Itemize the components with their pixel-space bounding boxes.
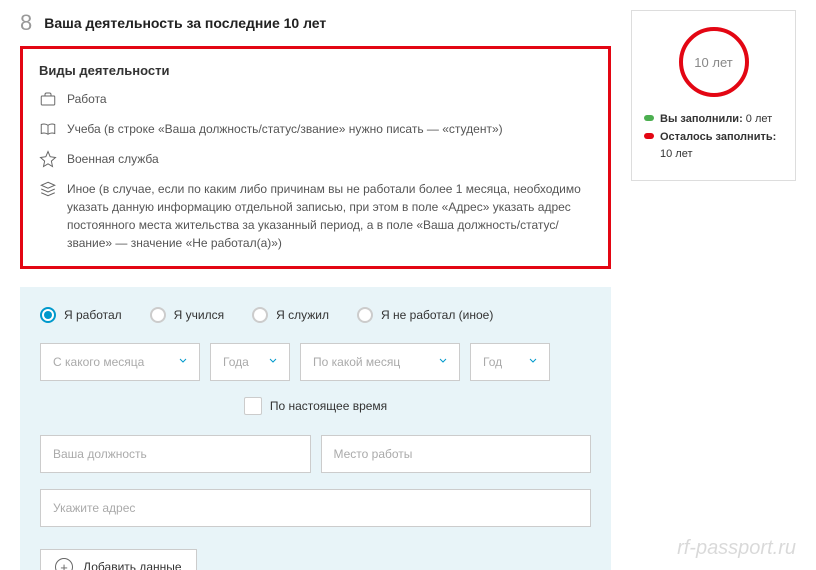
progress-circle-text: 10 лет: [694, 55, 732, 70]
plus-icon: +: [55, 558, 73, 570]
workplace-input[interactable]: [334, 447, 579, 461]
address-field[interactable]: [40, 489, 591, 527]
info-item-text: Работа: [67, 90, 107, 108]
radio-label: Я учился: [174, 308, 224, 322]
activity-types-info: Виды деятельности Работа Учеба (в строке…: [20, 46, 611, 269]
add-data-button[interactable]: + Добавить данные: [40, 549, 197, 570]
info-item-text: Учеба (в строке «Ваша должность/статус/з…: [67, 120, 503, 138]
radio-studied[interactable]: Я учился: [150, 307, 224, 323]
position-input[interactable]: [53, 447, 298, 461]
radio-not-worked[interactable]: Я не работал (иное): [357, 307, 493, 323]
info-title: Виды деятельности: [39, 63, 592, 78]
date-range-row: С какого месяца Года По какой месяц Год: [40, 343, 591, 381]
layers-icon: [39, 180, 57, 198]
radio-label: Я не работал (иное): [381, 308, 493, 322]
radio-indicator: [357, 307, 373, 323]
from-year-select[interactable]: Года: [210, 343, 290, 381]
info-item-text: Иное (в случае, если по каким либо причи…: [67, 180, 592, 252]
present-checkbox[interactable]: [244, 397, 262, 415]
legend-remaining: Осталось заполнить: 10 лет: [644, 129, 783, 164]
to-year-select[interactable]: Год: [470, 343, 550, 381]
progress-circle: 10 лет: [679, 27, 749, 97]
progress-legend: Вы заполнили: 0 лет Осталось заполнить: …: [644, 111, 783, 164]
radio-indicator: [252, 307, 268, 323]
info-item-military: Военная служба: [39, 150, 592, 168]
progress-card: 10 лет Вы заполнили: 0 лет Осталось запо…: [631, 10, 796, 181]
address-row: [40, 489, 591, 527]
select-placeholder: По какой месяц: [313, 355, 400, 369]
chevron-down-icon: [437, 355, 449, 370]
address-input[interactable]: [53, 501, 578, 515]
to-month-select[interactable]: По какой месяц: [300, 343, 460, 381]
workplace-field[interactable]: [321, 435, 592, 473]
info-item-other: Иное (в случае, если по каким либо причи…: [39, 180, 592, 252]
chevron-down-icon: [267, 355, 279, 370]
radio-label: Я работал: [64, 308, 122, 322]
star-icon: [39, 150, 57, 168]
section-number: 8: [20, 10, 32, 36]
from-month-select[interactable]: С какого месяца: [40, 343, 200, 381]
activity-form: Я работал Я учился Я служил Я не работал…: [20, 287, 611, 570]
position-workplace-row: [40, 435, 591, 473]
radio-indicator: [40, 307, 56, 323]
present-checkbox-row: По настоящее время: [40, 397, 591, 415]
select-placeholder: Год: [483, 355, 502, 369]
chevron-down-icon: [527, 355, 539, 370]
radio-label: Я служил: [276, 308, 329, 322]
select-placeholder: С какого месяца: [53, 355, 144, 369]
checkbox-label: По настоящее время: [270, 399, 387, 413]
briefcase-icon: [39, 90, 57, 108]
activity-type-radios: Я работал Я учился Я служил Я не работал…: [40, 307, 591, 323]
radio-indicator: [150, 307, 166, 323]
select-placeholder: Года: [223, 355, 249, 369]
add-button-label: Добавить данные: [83, 560, 182, 570]
legend-dot-red: [644, 133, 654, 139]
legend-filled: Вы заполнили: 0 лет: [644, 111, 783, 129]
chevron-down-icon: [177, 355, 189, 370]
info-item-study: Учеба (в строке «Ваша должность/статус/з…: [39, 120, 592, 138]
info-item-text: Военная служба: [67, 150, 159, 168]
radio-served[interactable]: Я служил: [252, 307, 329, 323]
section-header: 8 Ваша деятельность за последние 10 лет: [20, 10, 611, 36]
radio-worked[interactable]: Я работал: [40, 307, 122, 323]
info-item-work: Работа: [39, 90, 592, 108]
legend-dot-green: [644, 115, 654, 121]
section-title: Ваша деятельность за последние 10 лет: [44, 15, 326, 31]
book-icon: [39, 120, 57, 138]
position-field[interactable]: [40, 435, 311, 473]
